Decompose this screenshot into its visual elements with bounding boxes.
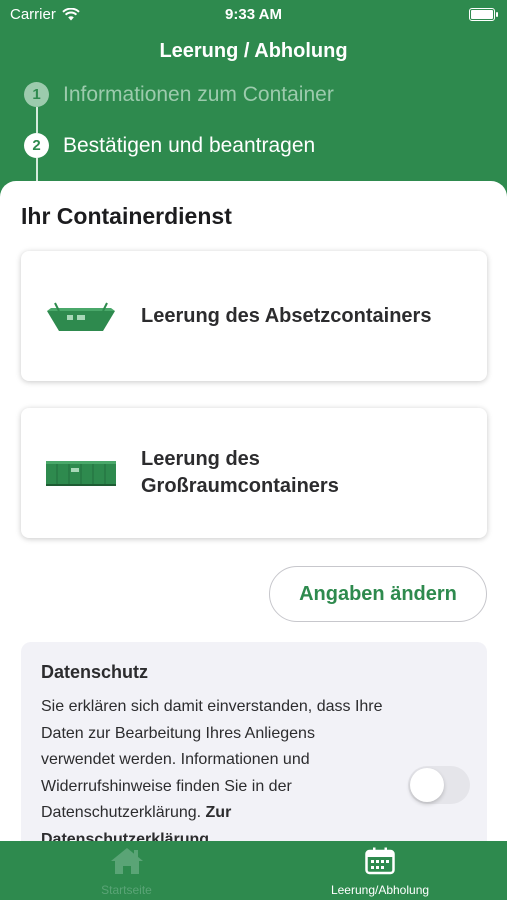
skip-container-icon [21,299,141,333]
step-number-badge: 1 [24,82,49,107]
step-bestaetigen[interactable]: 2 Bestätigen und beantragen [24,133,315,158]
home-icon [110,848,143,874]
step-label: Informationen zum Container [63,82,334,106]
privacy-panel: Datenschutz Sie erklären sich damit einv… [21,642,487,841]
card-title-line: Leerung des Absetzcontainers [141,304,432,327]
privacy-body: Sie erklären sich damit einverstanden, d… [41,698,383,821]
privacy-text: Sie erklären sich damit einverstanden, d… [41,694,386,841]
tab-bar: Startseite Leerung/Abholung [0,841,507,900]
section-title: Ihr Containerdienst [21,203,232,229]
card-title-line: Leerung des [141,448,260,470]
change-details-button[interactable]: Angaben ändern [269,566,487,622]
step-label: Bestätigen und beantragen [63,133,316,157]
content-sheet[interactable]: Ihr Containerdienst Leerung des Absetzco… [0,181,507,841]
step-number-badge: 2 [24,133,49,158]
card-title-line: Großraumcontainers [141,475,339,497]
page-title: Leerung / Abholung [159,40,348,62]
step-informationen[interactable]: 1 Informationen zum Container [24,82,334,107]
tab-label: Leerung/Abholung [330,883,430,897]
privacy-consent-toggle[interactable] [408,766,470,804]
calendar-icon [365,847,395,875]
status-time: 9:33 AM [225,6,282,23]
tab-leerung-abholung[interactable]: Leerung/Abholung [253,841,507,900]
tab-startseite[interactable]: Startseite [0,841,253,900]
card-grossraumcontainer[interactable]: Leerung des Großraumcontainers [21,408,487,538]
battery-icon [469,8,498,21]
step-connector [36,107,38,133]
privacy-title: Datenschutz [41,662,149,682]
card-absetzcontainer[interactable]: Leerung des Absetzcontainers [21,251,487,381]
toggle-knob [410,768,444,802]
tab-label: Startseite [101,883,152,897]
status-bar: Carrier 9:33 AM [0,0,507,30]
roll-off-container-icon [21,458,141,488]
